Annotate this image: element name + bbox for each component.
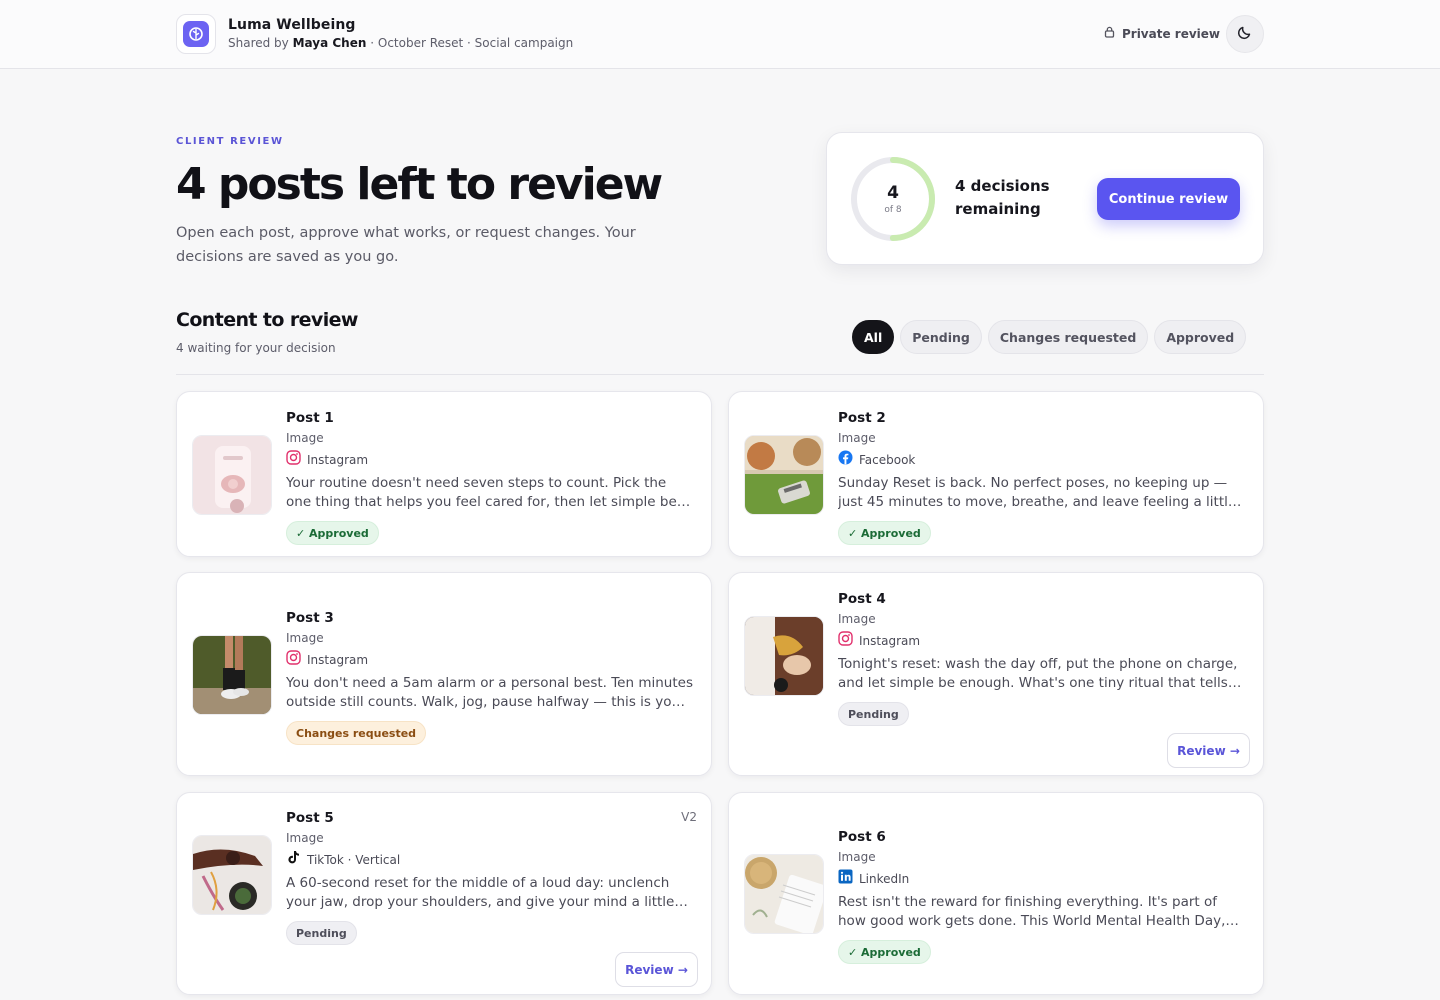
status-badge: ✓ Approved (838, 521, 931, 545)
shared-by-name: Maya Chen (292, 36, 367, 50)
shared-prefix: Shared by (228, 36, 289, 50)
post-title: Post 6 (838, 829, 886, 845)
moon-icon (1237, 24, 1253, 44)
section-subtitle: 4 waiting for your decision (176, 341, 336, 355)
post-platform: Instagram (286, 650, 693, 670)
platform-name: LinkedIn (859, 871, 910, 886)
post-type: Image (286, 631, 324, 645)
post-thumbnail (744, 616, 824, 696)
post-caption: A 60-second reset for the middle of a lo… (286, 875, 675, 910)
total-count: of 8 (884, 205, 902, 215)
post-type: Image (286, 431, 324, 445)
post-thumbnail (744, 435, 824, 515)
campaign-info: · October Reset · Social campaign (370, 36, 574, 50)
post-platform: Instagram (286, 450, 693, 470)
leaf-icon (183, 21, 209, 47)
instagram-icon (286, 450, 301, 470)
post-title: Post 4 (838, 591, 886, 607)
post-type: Image (838, 850, 876, 864)
post-card[interactable]: Post 3 Image Instagram You don't need a … (176, 572, 712, 776)
post-body: Post 4 Image Instagram Tonight's reset: … (838, 590, 1245, 726)
platform-name: TikTok · Vertical (307, 852, 401, 867)
top-bar: Luma Wellbeing Shared by Maya Chen · Oct… (0, 0, 1440, 69)
post-body: Post 3 Image Instagram You don't need a … (286, 609, 693, 745)
platform-name: Instagram (307, 452, 369, 467)
version-label: V2 (681, 810, 697, 824)
post-title: Post 3 (286, 610, 334, 626)
review-button[interactable]: Review → (615, 952, 698, 987)
section-divider (176, 374, 1264, 375)
post-body: Post 1 Image Instagram Your routine does… (286, 409, 693, 545)
tiktok-icon (286, 850, 301, 870)
post-caption: Sunday Reset is back. No perfect poses, … (838, 475, 1237, 510)
post-title: Post 1 (286, 410, 334, 426)
post-title: Post 2 (838, 410, 886, 426)
status-badge: Pending (286, 921, 357, 945)
post-card[interactable]: Post 5 Image TikTok · Vertical A 60-seco… (176, 792, 712, 995)
brand-logo (176, 14, 216, 54)
post-thumbnail (744, 854, 824, 934)
platform-name: Instagram (307, 652, 369, 667)
post-platform: LinkedIn (838, 869, 1245, 889)
post-caption: You don't need a 5am alarm or a personal… (286, 675, 693, 710)
progress-ring-label: 4 of 8 (849, 155, 937, 243)
progress-card: 4 of 8 4 decisions remaining Continue re… (826, 132, 1264, 265)
post-body: Post 6 Image LinkedIn Rest isn't the rew… (838, 828, 1245, 964)
platform-name: Facebook (859, 452, 916, 467)
filter-all[interactable]: All (852, 320, 895, 354)
private-review-label: Private review (1121, 26, 1220, 41)
post-platform: TikTok · Vertical (286, 850, 693, 870)
status-badge: ✓ Approved (838, 940, 931, 964)
page-title: 4 posts left to review (176, 159, 663, 210)
status-badge: Changes requested (286, 721, 427, 745)
eyebrow-label: CLIENT REVIEW (176, 136, 284, 147)
post-type: Image (838, 612, 876, 626)
platform-name: Instagram (859, 633, 921, 648)
continue-review-button[interactable]: Continue review (1097, 178, 1240, 220)
post-type: Image (838, 431, 876, 445)
post-thumbnail (192, 435, 272, 515)
review-button[interactable]: Review → (1167, 733, 1250, 768)
facebook-icon (838, 450, 853, 470)
post-card[interactable]: Post 1 Image Instagram Your routine does… (176, 391, 712, 557)
linkedin-icon (838, 869, 853, 889)
post-body: Post 5 Image TikTok · Vertical A 60-seco… (286, 809, 693, 945)
post-body: Post 2 Image Facebook Sunday Reset is ba… (838, 409, 1245, 545)
instagram-icon (838, 631, 853, 651)
post-platform: Facebook (838, 450, 1245, 470)
filter-changes-requested[interactable]: Changes requested (987, 320, 1149, 354)
status-badge: Pending (838, 702, 909, 726)
lock-icon (1104, 26, 1115, 41)
post-caption: Rest isn't the reward for finishing ever… (838, 894, 1226, 929)
theme-toggle-button[interactable] (1226, 15, 1264, 53)
shared-by-line: Shared by Maya Chen · October Reset · So… (228, 36, 573, 50)
post-card[interactable]: Post 4 Image Instagram Tonight's reset: … (728, 572, 1264, 776)
post-card[interactable]: Post 2 Image Facebook Sunday Reset is ba… (728, 391, 1264, 557)
post-card[interactable]: Post 6 Image LinkedIn Rest isn't the rew… (728, 792, 1264, 995)
status-badge: ✓ Approved (286, 521, 379, 545)
filter-pending[interactable]: Pending (900, 320, 982, 354)
instagram-icon (286, 650, 301, 670)
post-caption: Tonight's reset: wash the day off, put t… (838, 656, 1238, 691)
post-title: Post 5 (286, 810, 334, 826)
page-description: Open each post, approve what works, or r… (176, 225, 636, 265)
private-review-indicator: Private review (1104, 26, 1220, 41)
filter-approved[interactable]: Approved (1154, 320, 1247, 354)
post-platform: Instagram (838, 631, 1245, 651)
post-thumbnail (192, 835, 272, 915)
post-thumbnail (192, 635, 272, 715)
post-caption: Your routine doesn't need seven steps to… (286, 475, 677, 510)
status-filters: All Pending Changes requested Approved (852, 320, 1247, 354)
decisions-remaining: 4 decisions remaining (955, 177, 1050, 218)
brand-info: Luma Wellbeing Shared by Maya Chen · Oct… (228, 17, 573, 50)
brand-name: Luma Wellbeing (228, 17, 356, 33)
section-title: Content to review (176, 309, 358, 331)
post-type: Image (286, 831, 324, 845)
remaining-count: 4 (887, 183, 899, 203)
